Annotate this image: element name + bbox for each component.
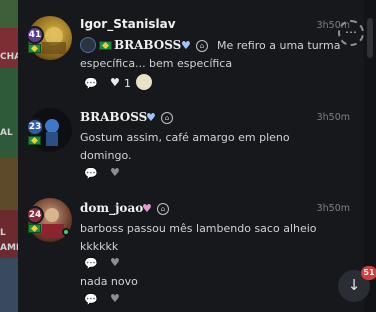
brazil-flag-icon <box>28 224 41 233</box>
bank-icon: ⌂ <box>196 40 208 52</box>
like-icon[interactable]: ♥ <box>110 76 120 89</box>
reply-icon[interactable]: 💬 <box>84 167 98 180</box>
map-region <box>0 28 18 68</box>
username[interactable]: dom_joao <box>80 201 143 215</box>
brazil-flag-icon <box>28 136 41 145</box>
message-text: Me refiro a uma turma <box>217 39 341 52</box>
map-label: CHA <box>0 52 18 62</box>
map-label: AME <box>0 243 18 253</box>
message-text: específica... bem específica <box>80 57 233 70</box>
reply-icon[interactable]: 💬 <box>84 77 98 90</box>
brazil-flag-icon <box>99 41 112 50</box>
like-icon[interactable]: ♥ <box>110 256 120 269</box>
chat-message: 24 dom_joao ♥ ⌂ 3h50m barboss passou mês… <box>18 190 364 312</box>
unread-count-badge: 51 <box>361 266 376 280</box>
like-icon[interactable]: ♥ <box>110 292 120 305</box>
map-region <box>0 258 18 312</box>
message-text: barboss passou mês lambendo saco alheio <box>80 222 317 235</box>
username[interactable]: Igor_Stanislav <box>80 17 176 31</box>
chat-message: 41 Igor_Stanislav 3h50m BRABOSS ♥ ⌂ Me r… <box>18 0 364 100</box>
online-status-icon <box>62 228 70 236</box>
like-icon[interactable]: ♥ <box>110 166 120 179</box>
more-options-button[interactable]: ⋯ <box>338 20 364 46</box>
map-region <box>0 158 18 210</box>
brazil-flag-icon <box>28 44 41 53</box>
map-region <box>0 68 18 158</box>
timestamp: 3h50m <box>316 112 350 123</box>
scrollbar-thumb[interactable] <box>367 18 373 58</box>
timestamp: 3h50m <box>316 203 350 214</box>
arrow-down-icon: ↓ <box>347 276 361 294</box>
heart-icon: ♥ <box>181 39 191 52</box>
liker-avatar[interactable] <box>136 74 152 90</box>
map-label: AL <box>0 128 13 138</box>
level-badge: 41 <box>26 26 44 44</box>
username[interactable]: BRABOSS <box>80 110 147 124</box>
map-strip[interactable]: CHA AL AME L <box>0 0 18 312</box>
reply-icon[interactable]: 💬 <box>84 257 98 270</box>
bank-icon: ⌂ <box>161 112 173 124</box>
message-text: Gostum assim, café amargo em pleno <box>80 131 290 144</box>
chat-panel: 41 Igor_Stanislav 3h50m BRABOSS ♥ ⌂ Me r… <box>18 0 364 312</box>
heart-icon: ♥ <box>146 111 156 124</box>
reply-icon[interactable]: 💬 <box>84 293 98 306</box>
bank-icon: ⌂ <box>157 203 169 215</box>
map-region <box>0 0 18 28</box>
map-label: L <box>0 228 6 238</box>
chat-message: 23 BRABOSS ♥ ⌂ 3h50m Gostum assim, café … <box>18 100 364 190</box>
message-text: kkkkkk <box>80 240 119 253</box>
message-text: nada novo <box>80 275 138 288</box>
message-text: domingo. <box>80 149 132 162</box>
like-count: 1 <box>124 77 131 90</box>
level-badge: 23 <box>26 118 44 136</box>
heart-icon: ♥ <box>142 202 152 215</box>
level-badge: 24 <box>26 206 44 224</box>
reply-username[interactable]: BRABOSS <box>114 38 181 52</box>
reply-avatar[interactable] <box>80 37 96 53</box>
